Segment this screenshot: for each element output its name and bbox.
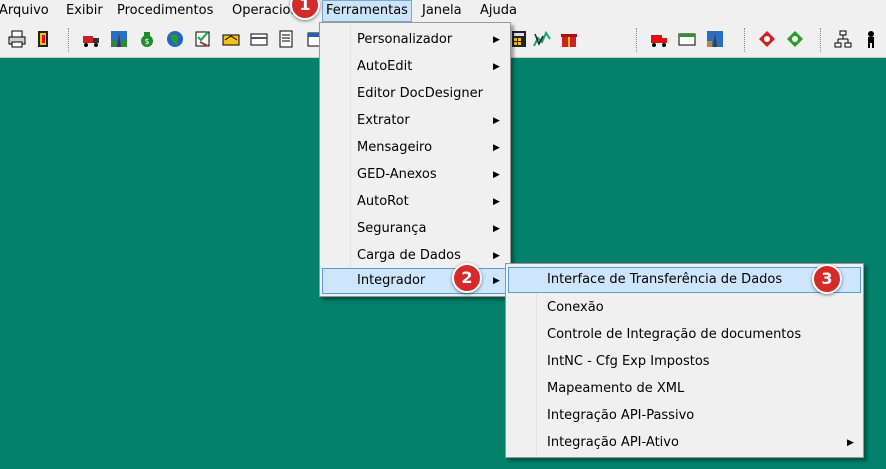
menu-bar: Arquivo Exibir Procedimentos Operacional… (0, 0, 886, 22)
submenu-arrow-icon: ▶ (493, 197, 500, 207)
menu-item-label: Integração API-Ativo (547, 435, 679, 450)
menu-ferramentas[interactable]: Ferramentas (322, 0, 412, 22)
submenu-arrow-icon: ▶ (493, 143, 500, 153)
menu-procedimentos[interactable]: Procedimentos (117, 0, 213, 22)
menu-item-label: Segurança (357, 221, 427, 236)
network-icon[interactable] (834, 30, 852, 48)
callout-badge-2: 2 (452, 263, 482, 293)
menu-item-controle-integracao[interactable]: Controle de Integração de documentos (508, 322, 861, 348)
money-bag-icon[interactable]: $ (138, 30, 156, 48)
submenu-arrow-icon: ▶ (493, 35, 500, 45)
menu-item-label: Personalizador (357, 32, 453, 47)
ferramentas-menu: Personalizador ▶ AutoEdit ▶ Editor DocDe… (319, 22, 511, 297)
menu-item-editor-docdesigner[interactable]: Editor DocDesigner (322, 81, 508, 107)
menu-janela[interactable]: Janela (422, 0, 462, 22)
menu-item-label: Mensageiro (357, 140, 433, 155)
handshake-icon[interactable] (222, 30, 240, 48)
menu-item-ged-anexos[interactable]: GED-Anexos ▶ (322, 162, 508, 188)
menu-item-label: Mapeamento de XML (547, 381, 685, 396)
menu-item-label: IntNC - Cfg Exp Impostos (547, 354, 710, 369)
tag-red-icon[interactable] (758, 30, 776, 48)
card-green-icon[interactable] (678, 30, 696, 48)
integrador-submenu: Interface de Transferência de Dados Cone… (505, 263, 864, 458)
menu-exibir[interactable]: Exibir (66, 0, 103, 22)
menu-item-autorot[interactable]: AutoRot ▶ (322, 189, 508, 215)
printer-icon[interactable] (8, 30, 26, 48)
menu-item-label: Carga de Dados (357, 248, 461, 263)
calculator-icon[interactable] (510, 30, 528, 48)
menu-item-personalizador[interactable]: Personalizador ▶ (322, 27, 508, 53)
checklist-icon[interactable] (194, 30, 212, 48)
menu-item-label: Interface de Transferência de Dados (547, 272, 783, 287)
svg-text:$: $ (144, 37, 149, 46)
submenu-arrow-icon: ▶ (493, 251, 500, 261)
road-sign-icon[interactable] (706, 30, 724, 48)
menu-item-intnc-cfg[interactable]: IntNC - Cfg Exp Impostos (508, 349, 861, 375)
menu-item-label: Integração API-Passivo (547, 408, 695, 423)
menu-item-carga-de-dados[interactable]: Carga de Dados ▶ (322, 243, 508, 269)
submenu-arrow-icon: ▶ (493, 224, 500, 234)
menu-item-conexao[interactable]: Conexão (508, 295, 861, 321)
submenu-arrow-icon: ▶ (493, 276, 500, 286)
document-icon[interactable] (278, 30, 296, 48)
exit-door-icon[interactable] (34, 30, 52, 48)
menu-ajuda[interactable]: Ajuda (480, 0, 517, 22)
toolbar-separator (636, 28, 638, 52)
menu-item-label: Integrador (357, 273, 426, 288)
truck-icon[interactable] (82, 30, 100, 48)
submenu-arrow-icon: ▶ (493, 170, 500, 180)
menu-item-autoedit[interactable]: AutoEdit ▶ (322, 54, 508, 80)
menu-item-label: AutoEdit (357, 59, 413, 74)
submenu-arrow-icon: ▶ (493, 62, 500, 72)
menu-item-label: Conexão (547, 300, 604, 315)
menu-item-interface-transferencia[interactable]: Interface de Transferência de Dados (508, 267, 861, 293)
menu-item-label: GED-Anexos (357, 167, 437, 182)
menu-arquivo[interactable]: Arquivo (0, 0, 49, 22)
menu-item-mapeamento-xml[interactable]: Mapeamento de XML (508, 376, 861, 402)
toolbar-separator (820, 28, 822, 52)
menu-item-api-ativo[interactable]: Integração API-Ativo ▶ (508, 430, 861, 456)
person-icon[interactable] (862, 30, 880, 48)
menu-item-mensageiro[interactable]: Mensageiro ▶ (322, 135, 508, 161)
submenu-arrow-icon: ▶ (493, 116, 500, 126)
gift-icon[interactable] (560, 30, 578, 48)
road-icon[interactable] (110, 30, 128, 48)
menu-item-extrator[interactable]: Extrator ▶ (322, 108, 508, 134)
chart-icon[interactable] (533, 30, 551, 48)
card-icon[interactable] (250, 30, 268, 48)
menu-item-label: AutoRot (357, 194, 409, 209)
menu-item-api-passivo[interactable]: Integração API-Passivo (508, 403, 861, 429)
submenu-arrow-icon: ▶ (847, 438, 854, 448)
tag-green-icon[interactable] (786, 30, 804, 48)
truck-red-icon[interactable] (650, 30, 668, 48)
menu-item-label: Editor DocDesigner (357, 86, 483, 101)
callout-badge-3: 3 (812, 264, 842, 294)
toolbar-separator (744, 28, 746, 52)
menu-item-label: Controle de Integração de documentos (547, 327, 802, 342)
toolbar-separator (68, 28, 70, 52)
globe-icon[interactable] (166, 30, 184, 48)
menu-item-seguranca[interactable]: Segurança ▶ (322, 216, 508, 242)
menu-item-label: Extrator (357, 113, 410, 128)
